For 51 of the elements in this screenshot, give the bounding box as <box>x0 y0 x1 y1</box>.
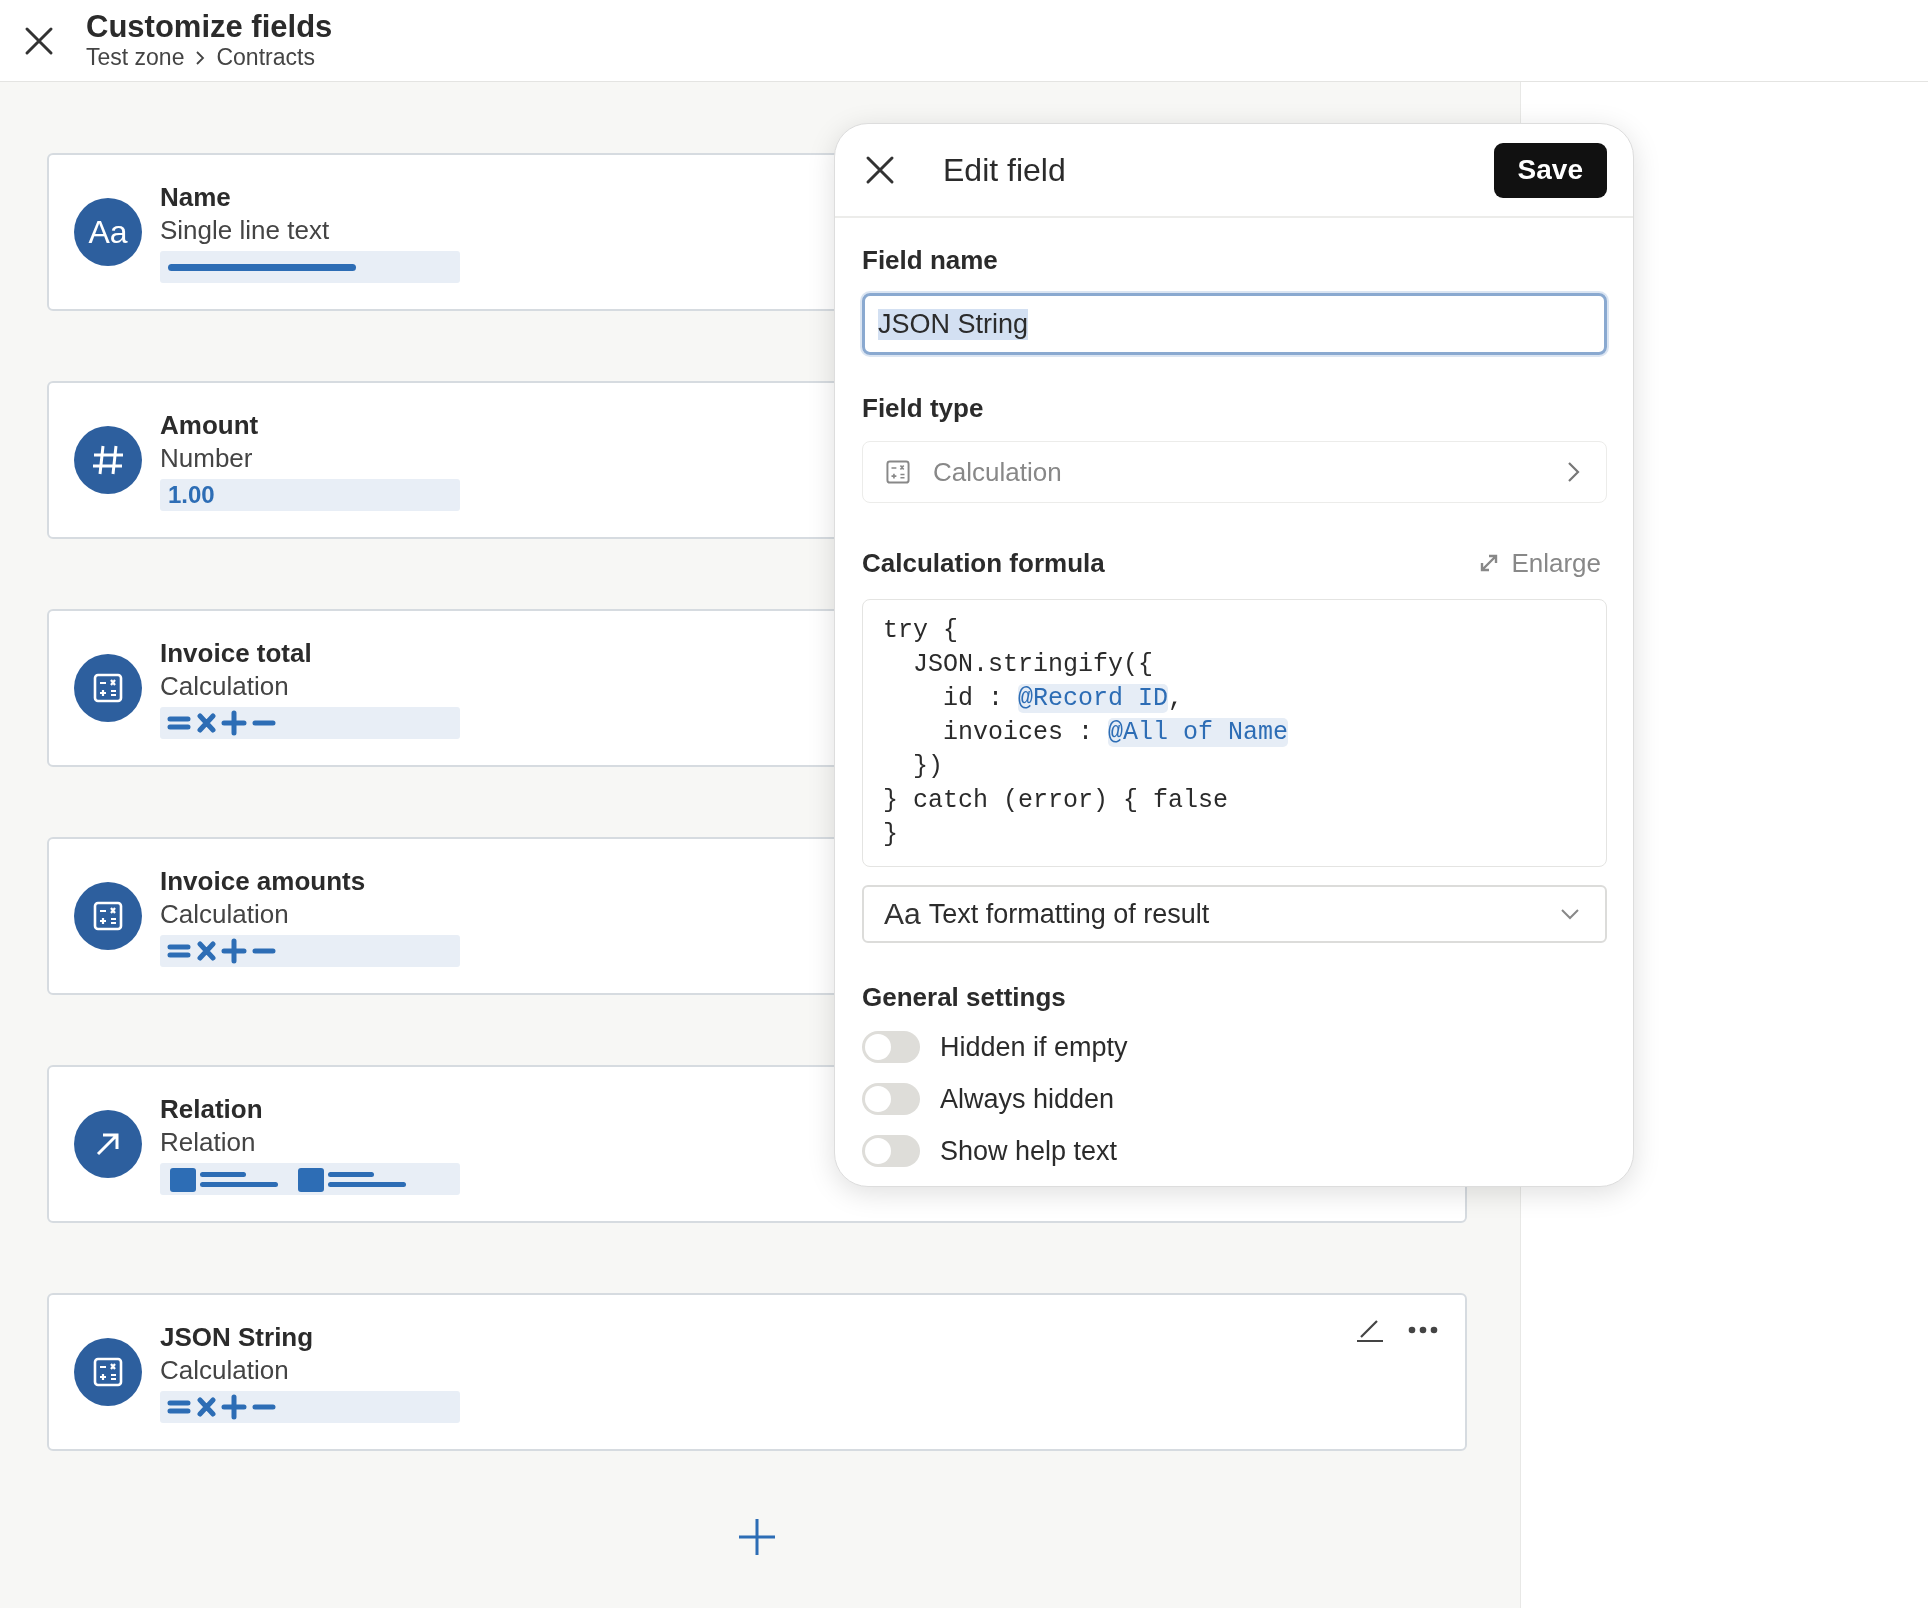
toggle-switch[interactable] <box>862 1031 920 1063</box>
field-type: Calculation <box>160 1354 290 1387</box>
breadcrumb-link[interactable]: Contracts <box>216 44 315 71</box>
calculator-icon <box>885 459 911 485</box>
toggle-switch[interactable] <box>862 1135 920 1167</box>
close-button[interactable] <box>865 155 895 185</box>
field-name: Relation <box>160 1093 264 1125</box>
close-icon <box>865 155 895 185</box>
field-name: Amount <box>160 409 260 441</box>
field-card[interactable]: JSON String Calculation <box>47 1293 1467 1451</box>
field-name-input[interactable]: JSON String <box>862 293 1607 355</box>
field-name: Invoice total <box>160 637 313 669</box>
field-type-label: Field type <box>862 392 985 424</box>
chevron-right-icon <box>194 49 207 66</box>
code-line: JSON.stringify({ <box>912 649 1155 681</box>
number-preview: 1.00 <box>160 479 460 511</box>
breadcrumb-link[interactable]: Test zone <box>86 44 185 71</box>
expand-icon <box>1479 553 1500 573</box>
more-icon[interactable] <box>1407 1325 1439 1335</box>
field-type: Relation <box>160 1126 257 1159</box>
code-line: try { <box>883 615 959 647</box>
pencil-icon[interactable] <box>1355 1317 1385 1343</box>
field-type: Calculation <box>160 670 290 703</box>
field-type-selector[interactable]: Calculation <box>862 441 1607 503</box>
close-icon <box>24 25 54 56</box>
field-name-label: Field name <box>862 244 999 276</box>
setting-label: Always hidden <box>940 1083 1115 1115</box>
add-field-button[interactable] <box>737 1517 777 1557</box>
setting-label: Show help text <box>940 1135 1118 1167</box>
field-type: Single line text <box>160 214 331 247</box>
field-type: Calculation <box>160 898 290 931</box>
enlarge-button[interactable]: Enlarge <box>1479 547 1601 579</box>
field-type: Number <box>160 442 254 475</box>
field-name: Name <box>160 181 232 213</box>
code-line: invoices : @All of Name <box>942 717 1290 749</box>
chevron-down-icon <box>1559 907 1581 921</box>
toggle-switch[interactable] <box>862 1083 920 1115</box>
close-button[interactable] <box>24 25 54 56</box>
setting-label: Hidden if empty <box>940 1031 1128 1063</box>
formula-editor[interactable]: try { JSON.stringify({ id : @Record ID, invoices : @All of Name }) } catch (error) { false } <box>862 599 1607 867</box>
dialog-title: Edit field <box>943 151 1067 189</box>
code-line: } catch (error) { false <box>883 785 1230 817</box>
field-type-icon: Aa <box>74 198 142 266</box>
page-title: Customize fields <box>86 10 333 44</box>
field-name: Invoice amounts <box>160 865 367 897</box>
formula-label: Calculation formula <box>862 547 1105 579</box>
save-button[interactable]: Save <box>1493 142 1607 198</box>
chevron-right-icon <box>1566 460 1582 484</box>
format-dropdown[interactable]: Aa Text formatting of result <box>862 885 1607 943</box>
plus-icon <box>737 1517 777 1557</box>
field-name: JSON String <box>160 1321 315 1353</box>
